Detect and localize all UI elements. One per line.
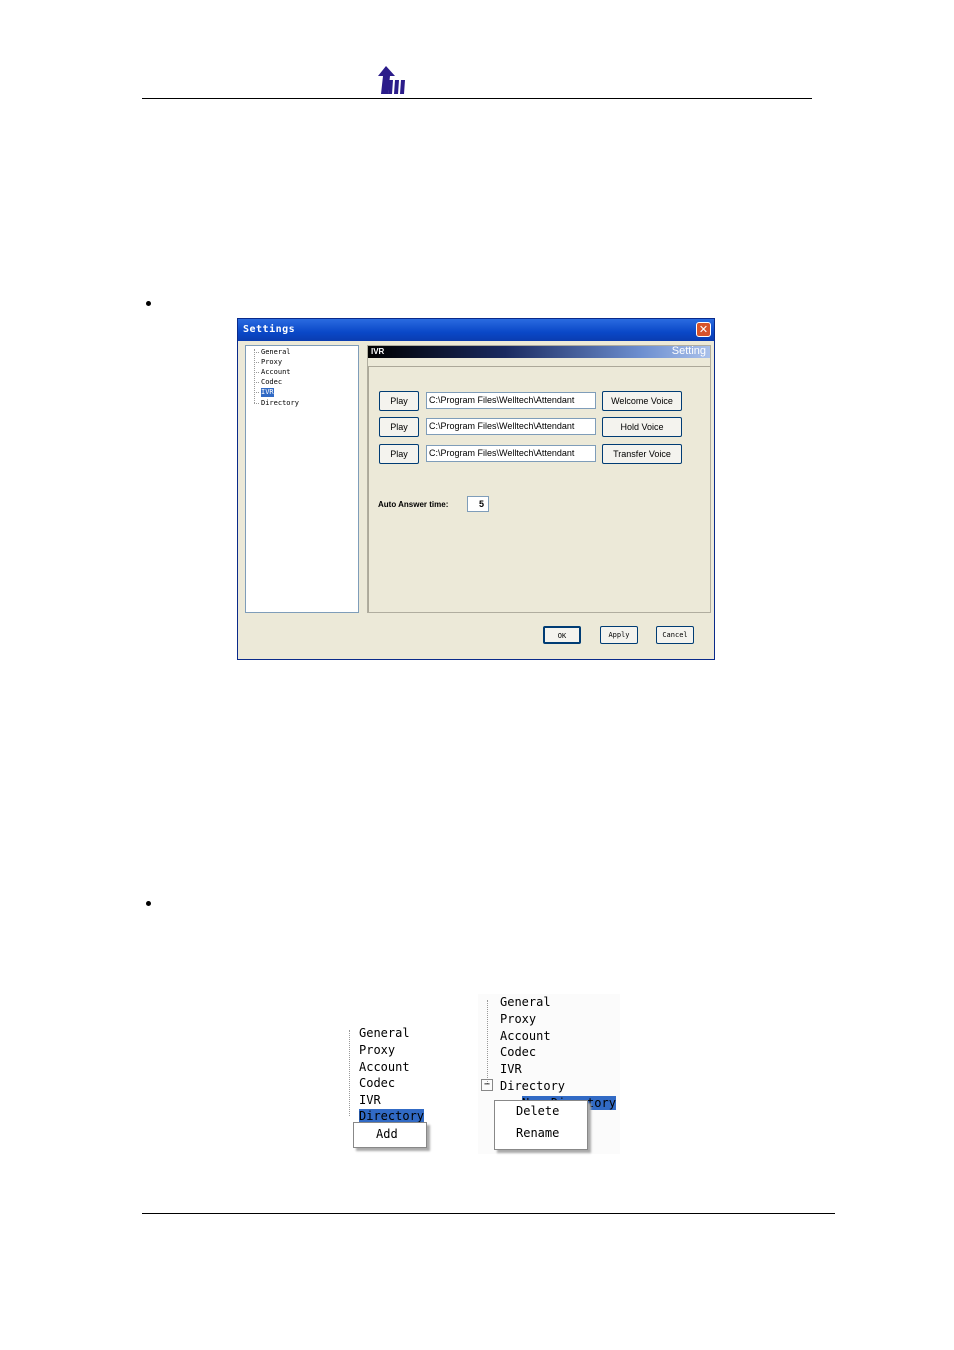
welcome-voice-button[interactable]: Welcome Voice [602, 391, 682, 411]
menu2-tree-directory: Directory [500, 1079, 566, 1093]
menu2-tree-codec: Codec [500, 1045, 537, 1059]
auto-answer-label: Auto Answer time: [378, 500, 449, 509]
menu-tree-general: General [359, 1026, 410, 1040]
ivr-header-setting: Setting [671, 345, 706, 357]
tree-connector [487, 1000, 488, 1084]
dialog-title: Settings [243, 324, 296, 335]
play-button-welcome[interactable]: Play [379, 391, 419, 411]
menu-tree-directory[interactable]: Directory [359, 1109, 425, 1123]
dialog-titlebar: Settings ✕ [238, 319, 714, 341]
play-button-hold[interactable]: Play [379, 417, 419, 437]
tree-branch [254, 403, 259, 404]
menu-item-delete[interactable]: Delete [516, 1104, 559, 1118]
menu-item-add[interactable]: Add [376, 1127, 398, 1141]
tree-item-directory[interactable]: Directory [261, 399, 299, 408]
menu2-tree-general: General [500, 995, 551, 1009]
tree-branch [254, 372, 259, 373]
close-icon[interactable]: ✕ [696, 322, 711, 337]
transfer-path-field[interactable]: C:\Program Files\Welltech\Attendant [426, 445, 596, 462]
menu-tree-ivr: IVR [359, 1093, 381, 1107]
tree-item-codec[interactable]: Codec [261, 378, 282, 387]
company-logo [378, 66, 405, 94]
ok-button[interactable]: OK [543, 626, 581, 644]
menu-tree-account: Account [359, 1060, 410, 1074]
cancel-button[interactable]: Cancel [656, 626, 694, 644]
tree-branch [254, 382, 259, 383]
collapse-icon[interactable]: − [481, 1079, 493, 1091]
context-menu-delete-rename: Delete Rename [494, 1100, 588, 1150]
tree-item-proxy[interactable]: Proxy [261, 358, 282, 367]
tree-branch [254, 362, 259, 363]
menu2-tree-proxy: Proxy [500, 1012, 537, 1026]
settings-tree: General Proxy Account Codec IVR Director… [245, 345, 359, 613]
tree-item-account[interactable]: Account [261, 368, 291, 377]
menu-tree-proxy: Proxy [359, 1043, 396, 1057]
settings-dialog: Settings ✕ General Proxy Account Codec I… [237, 318, 715, 660]
context-menu-add: Add [353, 1122, 427, 1148]
menu-item-rename[interactable]: Rename [516, 1126, 559, 1140]
header-rule [142, 98, 812, 99]
tree-connector [254, 349, 255, 403]
welcome-path-field[interactable]: C:\Program Files\Welltech\Attendant [426, 392, 596, 409]
ivr-header-title: IVR [371, 347, 385, 356]
hold-path-field[interactable]: C:\Program Files\Welltech\Attendant [426, 418, 596, 435]
transfer-voice-button[interactable]: Transfer Voice [602, 444, 682, 464]
tree-item-general[interactable]: General [261, 348, 291, 357]
menu2-tree-account: Account [500, 1029, 551, 1043]
tree-connector [349, 1030, 350, 1116]
delete-rename-screenshot: General Proxy Account Codec IVR − Direct… [478, 994, 620, 1154]
ivr-header: IVR Setting [368, 345, 710, 358]
tree-branch [254, 352, 259, 353]
auto-answer-field[interactable]: 5 [467, 496, 489, 512]
footer-rule [142, 1213, 835, 1214]
bullet-2 [146, 901, 151, 906]
hold-voice-button[interactable]: Hold Voice [602, 417, 682, 437]
apply-button[interactable]: Apply [600, 626, 638, 644]
tree-branch [254, 392, 259, 393]
menu2-tree-ivr: IVR [500, 1062, 522, 1076]
play-button-transfer[interactable]: Play [379, 444, 419, 464]
add-menu-screenshot: General Proxy Account Codec IVR Director… [343, 1024, 433, 1152]
ivr-panel: IVR Setting Play C:\Program Files\Wellte… [367, 345, 711, 613]
bullet-1 [146, 301, 151, 306]
menu-tree-codec: Codec [359, 1076, 396, 1090]
tree-item-ivr[interactable]: IVR [261, 388, 274, 397]
